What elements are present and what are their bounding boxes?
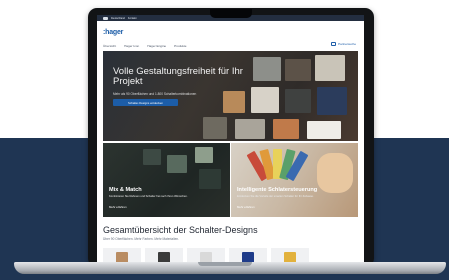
main-nav: Übersicht Hager Icon Hager Engine Produk… [103,44,187,48]
switch-tile [167,155,187,173]
switch-tile [285,59,311,81]
nav-item-icon[interactable]: Hager Icon [124,44,139,48]
partner-search-label: Partnersuche [338,42,356,46]
site-header: :hager Übersicht Hager Icon Hager Engine… [97,21,364,49]
nav-item-products[interactable]: Produkte [174,44,186,48]
card-title: Intelligente Schlatersteuerung [237,187,318,193]
card-text: Kombinieren Sie Rahmen und Schalter frei… [109,195,188,198]
section-subtitle: Über 90 Oberflächen. Mehr Farben. Mehr M… [103,237,180,241]
teaser-card-smart-control[interactable]: Intelligente Schlatersteuerung Entdecken… [231,143,358,217]
hero-title: Volle Gestaltungsfreiheit für Ihr Projek… [113,66,243,87]
switch-tile [203,117,227,139]
laptop-base-notch [198,262,252,266]
hero-cta-label: Schalter-Designs entdecken [128,100,163,105]
switch-tile [199,169,221,189]
map-icon [331,42,337,46]
hero-cta-button[interactable]: Schalter-Designs entdecken [113,99,178,106]
flag-icon [103,16,108,20]
switch-tile [315,55,345,81]
card-text: Entdecken Sie die Vorteile der smarten S… [237,195,314,198]
card-link[interactable]: Mehr erfahren [109,205,127,209]
switch-tile [317,87,347,115]
utility-link-country[interactable]: Deutschland [111,17,125,20]
card-link[interactable]: Mehr erfahren [237,205,255,209]
hager-logo[interactable]: :hager [103,29,123,36]
switch-tile [285,89,311,113]
nav-item-engine[interactable]: Hager Engine [147,44,166,48]
teaser-card-mix-match[interactable]: Mix & Match Kombinieren Sie Rahmen und S… [103,143,230,217]
switch-tile [307,121,341,139]
card-title: Mix & Match [109,187,142,193]
section-title: Gesamtübersicht der Schalter-Designs [103,225,258,235]
switch-tile [273,119,299,139]
partner-search-link[interactable]: Partnersuche [331,42,356,46]
camera-notch [210,9,252,18]
switch-tile [143,149,161,165]
switch-tile [235,119,265,139]
person-photo [317,153,353,193]
hero-banner: Volle Gestaltungsfreiheit für Ihr Projek… [103,51,358,141]
nav-item-overview[interactable]: Übersicht [103,44,116,48]
hero-subtitle: Mehr als 90 Oberflächen und 1.800 Schalt… [113,92,197,96]
utility-link-contact[interactable]: Kontakt [128,17,136,20]
switch-tile [251,87,279,113]
laptop-screen: Deutschland Kontakt :hager Übersicht Hag… [97,15,364,265]
switch-tile [195,147,213,163]
